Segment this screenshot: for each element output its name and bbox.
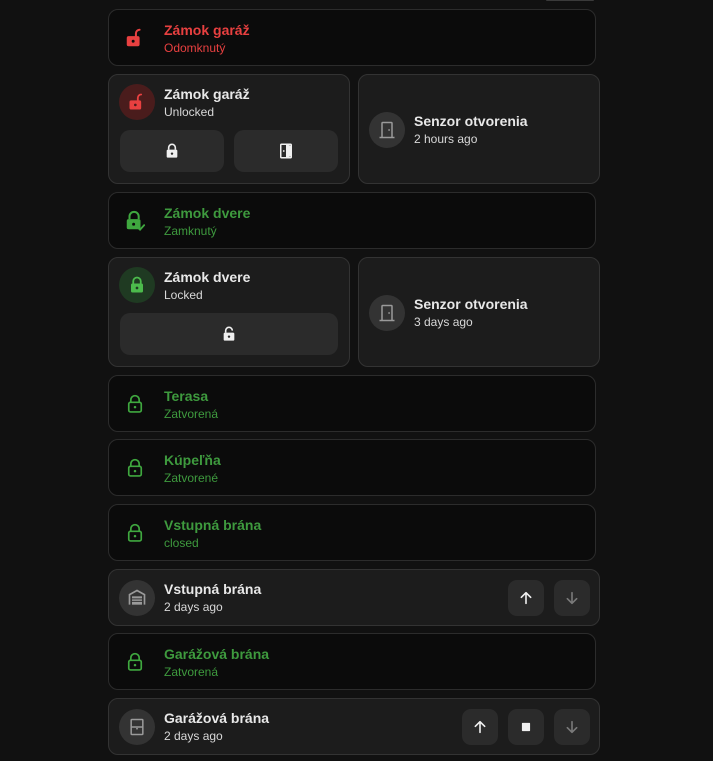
arrow-up-icon [474, 720, 486, 734]
tile-title: Senzor otvorenia [414, 296, 528, 312]
row-state: closed [164, 536, 199, 550]
lock-icon [123, 650, 147, 674]
row-state: Odomknutý [164, 41, 226, 55]
tile-state: Locked [164, 288, 203, 302]
row-title: Kúpeľňa [164, 452, 221, 468]
lock-open-icon [223, 326, 235, 341]
unlock-button[interactable] [120, 313, 338, 355]
row-title: Terasa [164, 388, 209, 404]
lock-check-icon [123, 209, 147, 233]
lock-icon [123, 521, 147, 545]
row-state: Zatvorená [164, 407, 219, 421]
gate-icon [119, 580, 155, 616]
lock-row-vstupna-brana[interactable]: Vstupná brána closed [108, 504, 596, 561]
tile-title: Vstupná brána [164, 581, 262, 597]
lock-icon [166, 143, 178, 158]
stop-button[interactable] [508, 709, 544, 745]
row-title: Vstupná brána [164, 517, 262, 533]
row-state: Zatvorená [164, 665, 219, 679]
stop-icon [521, 722, 531, 732]
lock-row-door[interactable]: Zámok dvere Zamknutý [108, 192, 596, 249]
door-icon [369, 295, 405, 331]
tile-state: 2 days ago [164, 729, 223, 743]
gate-tile-vstupna-brana[interactable]: Vstupná brána 2 days ago [108, 569, 600, 626]
arrow-down-icon [566, 591, 578, 605]
open-button[interactable] [508, 580, 544, 616]
scroll-edge [546, 0, 594, 1]
lock-open-icon [123, 26, 147, 50]
close-button[interactable] [554, 580, 590, 616]
lock-tile-door[interactable]: Zámok dvere Locked [108, 257, 350, 367]
garage-door-tile[interactable]: Garážová brána 2 days ago [108, 698, 600, 755]
lock-row-garazova-brana[interactable]: Garážová brána Zatvorená [108, 633, 596, 690]
lock-row-kupelna[interactable]: Kúpeľňa Zatvorené [108, 439, 596, 496]
door-icon [369, 112, 405, 148]
arrow-up-icon [520, 591, 532, 605]
row-state: Zamknutý [164, 224, 217, 238]
door-open-icon [280, 143, 292, 159]
tile-title: Garážová brána [164, 710, 270, 726]
lock-open-icon [119, 84, 155, 120]
row-state: Zatvorené [164, 471, 219, 485]
door-sensor-tile-garage[interactable]: Senzor otvorenia 2 hours ago [358, 74, 600, 184]
arrow-down-icon [566, 720, 578, 734]
lock-icon [123, 392, 147, 416]
row-title: Zámok garáž [164, 22, 250, 38]
open-button[interactable] [462, 709, 498, 745]
door-sensor-tile-door[interactable]: Senzor otvorenia 3 days ago [358, 257, 600, 367]
tile-title: Zámok dvere [164, 269, 251, 285]
close-button[interactable] [554, 709, 590, 745]
tile-state: 2 days ago [164, 600, 223, 614]
lock-tile-garage[interactable]: Zámok garáž Unlocked [108, 74, 350, 184]
tile-title: Zámok garáž [164, 86, 250, 102]
tile-state: 3 days ago [414, 315, 473, 329]
lock-icon [119, 267, 155, 303]
tile-title: Senzor otvorenia [414, 113, 528, 129]
row-title: Garážová brána [164, 646, 270, 662]
open-door-button[interactable] [234, 130, 338, 172]
tile-state: 2 hours ago [414, 132, 478, 146]
lock-row-terasa[interactable]: Terasa Zatvorená [108, 375, 596, 432]
lock-button[interactable] [120, 130, 224, 172]
tile-state: Unlocked [164, 105, 215, 119]
lock-icon [123, 456, 147, 480]
row-title: Zámok dvere [164, 205, 251, 221]
garage-door-icon [119, 709, 155, 745]
lock-row-garage[interactable]: Zámok garáž Odomknutý [108, 9, 596, 66]
